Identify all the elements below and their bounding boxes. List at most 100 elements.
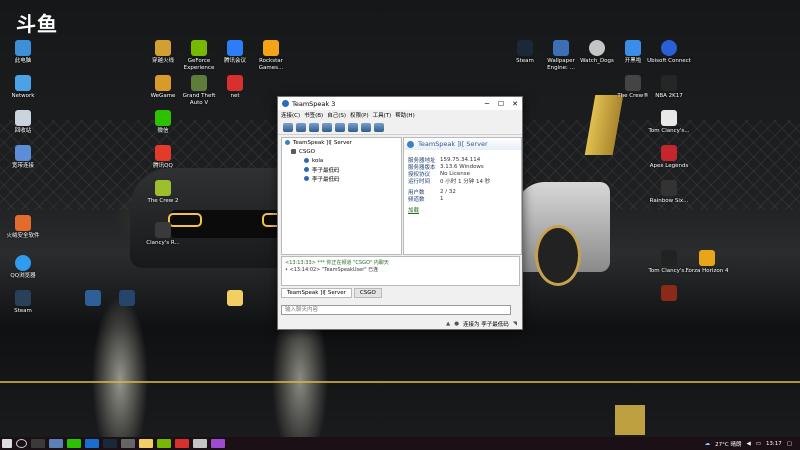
disconnect-icon[interactable] [296,122,306,132]
title-bar[interactable]: TeamSpeak 3 ─ ☐ ✕ [278,97,522,110]
subscribe-icon[interactable] [361,122,371,132]
clock[interactable]: 13:17 [766,441,782,447]
desktop-icon-steam-left[interactable]: Steam [0,290,46,315]
channel-tree: TeamSpeak ]I[ Server CSGO kola 李子最低码 李子最… [281,137,402,255]
crossfire-icon [155,40,171,56]
weather-text[interactable]: 27°C 晴朗 [715,440,741,448]
desktop-icon-the-crew-2[interactable]: The Crew 2 [140,180,186,205]
desktop-icon-folder[interactable] [212,290,258,308]
task-view-icon[interactable] [31,439,45,448]
menu-tools[interactable]: 工具(T) [373,111,392,119]
tree-channel[interactable]: CSGO [282,147,401,156]
broadband-icon [15,145,31,161]
qq-browser-icon [15,255,31,271]
desktop-icon-rockstar[interactable]: Rockstar Games... [248,40,294,72]
connection-status: 连接为 李子最低码 [463,322,509,328]
desktop-icon-shortcut-2[interactable] [104,290,150,308]
mute-speaker-icon[interactable] [348,122,358,132]
chat-input[interactable]: 输入聊天内容 [281,305,511,315]
steam-icon[interactable] [103,439,117,448]
network-icon [15,75,31,91]
menu-connections[interactable]: 连接(C) [281,111,300,119]
notification-icon[interactable]: ▢ [787,441,792,447]
load-link[interactable]: 加载 [408,206,419,214]
ubisoft-icon [661,40,677,56]
the-crew-icon [625,75,641,91]
huorong-icon [15,215,31,231]
desktop-icon-recycle-bin[interactable]: 回收站 [0,110,46,135]
bookmark-icon[interactable] [309,122,319,132]
windows-start-icon[interactable] [2,439,12,448]
nba-icon [661,75,677,91]
steam-icon [517,40,533,56]
menu-permissions[interactable]: 权限(P) [350,111,369,119]
desktop-icon-tom-clancy[interactable]: Clancy's R... [140,222,186,247]
toolbar [278,120,522,135]
taskbar-app-icon[interactable] [121,439,135,448]
meeting-icon [227,40,243,56]
teamspeak-window[interactable]: TeamSpeak 3 ─ ☐ ✕ 连接(C) 书签(B) 自己(S) 权限(P… [277,96,523,330]
close-icon[interactable]: ✕ [508,100,522,108]
teamspeak-taskbar-icon[interactable] [211,439,225,448]
kaiheila-icon [625,40,641,56]
tree-user[interactable]: kola [282,156,401,165]
contacts-icon[interactable] [374,122,384,132]
tab-channel[interactable]: CSGO [353,288,382,298]
desktop-icon-forza[interactable]: Forza Horizon 4 [684,250,730,275]
keyboard-icon[interactable]: ▭ [756,441,761,447]
taskbar-app-icon[interactable] [49,439,63,448]
desktop-icon-ubisoft[interactable]: Ubisoft Connect [646,40,692,65]
qq-icon [155,145,171,161]
info-link-row: 加载 [404,206,521,214]
menu-bookmarks[interactable]: 书签(B) [304,111,323,119]
away-icon[interactable] [322,122,332,132]
chat-tabs: TeamSpeak ]I[ Server CSGO [281,288,382,298]
computer-icon [15,40,31,56]
connect-icon[interactable] [283,122,293,132]
menu-self[interactable]: 自己(S) [327,111,346,119]
desktop-icon-broadband[interactable]: 宽带连接 [0,145,46,170]
qq-icon[interactable] [85,439,99,448]
desktop-icon-unknown[interactable] [646,285,692,303]
apex-icon [661,145,677,161]
desktop-icon-apex[interactable]: Apex Legends [646,145,692,170]
minimize-icon[interactable]: ─ [480,100,494,108]
desktop-icon-rainbow-six[interactable]: Rainbow Six... [646,180,692,205]
wechat-icon [155,110,171,126]
volume-icon[interactable]: ◀ [747,441,751,447]
taskbar-app-icon[interactable] [175,439,189,448]
desktop-icon-nba2k17[interactable]: NBA 2K17 [646,75,692,100]
rockstar-icon [263,40,279,56]
desktop-icon-net[interactable]: net [212,75,258,100]
user-icon [304,158,309,163]
search-icon[interactable] [16,439,27,448]
tree-user[interactable]: 李子最低码 [282,165,401,174]
watch-dogs-icon [589,40,605,56]
chat-line: <13:13:33> *** 你正在频道 "CSGO" 内聊天 [285,260,389,266]
folder-icon[interactable] [139,439,153,448]
info-row: 频道数 1 [408,195,444,203]
desktop-icon-this-pc[interactable]: 此电脑 [0,40,46,65]
microphone-icon: ● [454,321,460,327]
tab-server[interactable]: TeamSpeak ]I[ Server [281,288,352,298]
desktop-icon-qq-browser[interactable]: QQ浏览器 [0,255,46,280]
chat-line: • <13:14:02> "TeamSpeakUser" 已连 [285,267,379,273]
desktop-icon-network[interactable]: Network [0,75,46,100]
maximize-icon[interactable]: ☐ [494,100,508,108]
nvidia-icon[interactable] [157,439,171,448]
gta-icon [191,75,207,91]
desktop-icon-huorong[interactable]: 火绒安全软件 [0,215,46,240]
mute-microphone-icon[interactable] [335,122,345,132]
tree-server[interactable]: TeamSpeak ]I[ Server [282,138,401,147]
tree-user[interactable]: 李子最低码 [282,174,401,183]
taskbar-app-icon[interactable] [193,439,207,448]
desktop-icon-tom-clancy-1[interactable]: Tom Clancy's... [646,110,692,135]
app-icon [661,285,677,301]
ubisoft-game-icon [661,110,677,126]
taskbar: ☁ 27°C 晴朗 ◀ ▭ 13:17 ▢ [0,437,800,450]
menu-help[interactable]: 帮助(H) [395,111,414,119]
wechat-icon[interactable] [67,439,81,448]
wallpaper-engine-icon [553,40,569,56]
desktop-icon-wechat[interactable]: 微信 [140,110,186,135]
desktop-icon-qq[interactable]: 腾讯QQ [140,145,186,170]
